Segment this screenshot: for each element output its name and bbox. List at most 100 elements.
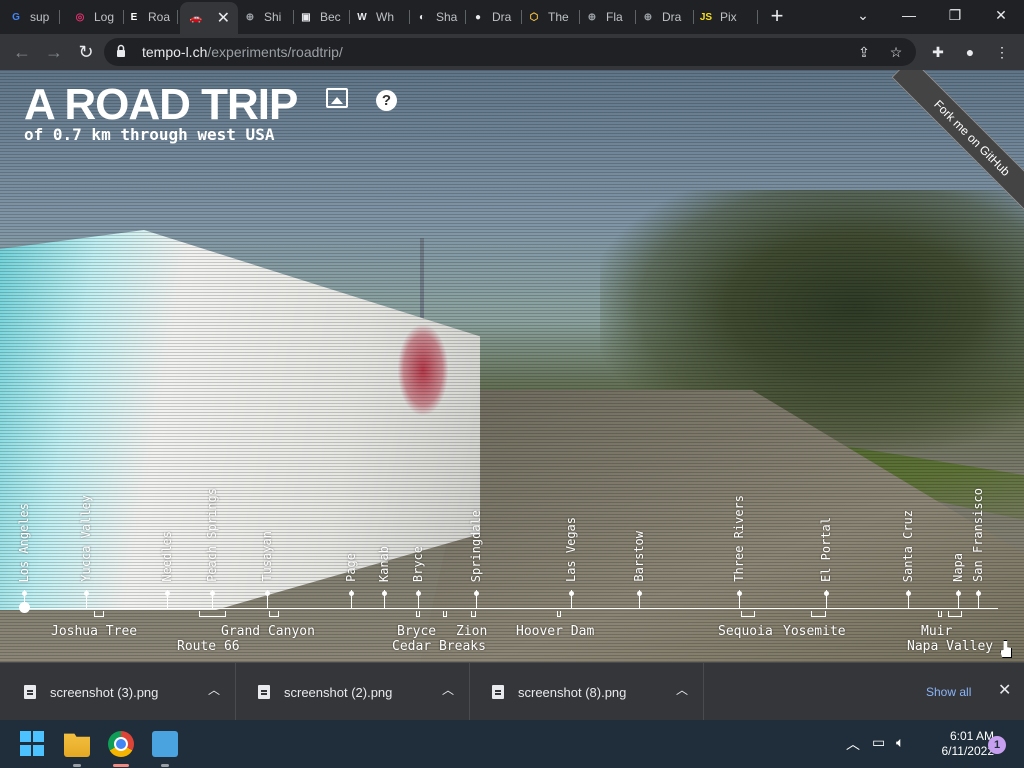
stop-label[interactable]: San Fransisco bbox=[971, 488, 985, 582]
stop-dot[interactable] bbox=[349, 591, 354, 596]
start-button[interactable] bbox=[20, 731, 46, 757]
control-panel-icon[interactable] bbox=[152, 731, 178, 757]
stop-dot[interactable] bbox=[976, 591, 981, 596]
close-tab-icon[interactable]: ✕ bbox=[217, 8, 230, 28]
tab-separator bbox=[409, 10, 410, 24]
stop-dot[interactable] bbox=[474, 591, 479, 596]
share-icon[interactable]: ⇪ bbox=[854, 42, 874, 62]
region-label[interactable]: Joshua Tree bbox=[51, 624, 137, 639]
region-label[interactable]: Grand Canyon bbox=[221, 624, 315, 639]
region-label[interactable]: Zion bbox=[456, 624, 487, 639]
profile-icon[interactable]: ● bbox=[960, 42, 980, 62]
notification-badge[interactable]: 1 bbox=[988, 736, 1006, 754]
stop-label[interactable]: Yucca Valley bbox=[79, 495, 93, 582]
new-tab-button[interactable]: + bbox=[766, 4, 788, 30]
region-label[interactable]: Hoover Dam bbox=[516, 624, 594, 639]
stop-dot[interactable] bbox=[210, 591, 215, 596]
volume-icon[interactable]: 🔈︎ bbox=[896, 734, 904, 751]
download-item[interactable]: screenshot (2).png ︿ bbox=[236, 663, 470, 721]
tab-11[interactable]: ⊕ Dra bbox=[640, 4, 694, 30]
region-label[interactable]: Bryce bbox=[397, 624, 436, 639]
network-icon[interactable]: ▭ bbox=[872, 734, 885, 751]
stop-label[interactable]: Three Rivers bbox=[732, 495, 746, 582]
stop-dot[interactable] bbox=[84, 591, 89, 596]
stop-dot[interactable] bbox=[737, 591, 742, 596]
back-button[interactable]: ← bbox=[10, 40, 34, 64]
tab-10[interactable]: ⊕ Fla bbox=[584, 4, 636, 30]
tab-9[interactable]: ⬡ The bbox=[526, 4, 580, 30]
stop-label[interactable]: Springdale bbox=[469, 510, 483, 582]
tab-1[interactable]: ◎ Log bbox=[72, 4, 124, 30]
chevron-up-icon[interactable]: ︿ bbox=[442, 681, 454, 698]
tab-7[interactable]: ◐ Sha bbox=[414, 4, 466, 30]
stop-dot[interactable] bbox=[416, 591, 421, 596]
tab-4[interactable]: ⊕ Shi bbox=[242, 4, 294, 30]
stop-label[interactable]: Napa bbox=[951, 553, 965, 582]
stop-dot[interactable] bbox=[22, 591, 27, 596]
region-label[interactable]: Route 66 bbox=[177, 639, 240, 654]
stop-dot[interactable] bbox=[265, 591, 270, 596]
tab-12[interactable]: JS Pix bbox=[698, 4, 758, 30]
tab-search-chevron-icon[interactable]: ⌄ bbox=[840, 0, 886, 32]
download-item[interactable]: screenshot (3).png ︿ bbox=[2, 663, 236, 721]
show-all-downloads-button[interactable]: Show all bbox=[926, 685, 971, 699]
tab-0[interactable]: Gsup bbox=[8, 4, 60, 30]
stop-label[interactable]: Needles bbox=[160, 531, 174, 582]
download-item[interactable]: screenshot (8).png ︿ bbox=[470, 663, 704, 721]
menu-icon[interactable]: ⋮ bbox=[992, 42, 1012, 62]
stop-label[interactable]: Peach Springs bbox=[205, 488, 219, 582]
region-label[interactable]: Yosemite bbox=[783, 624, 846, 639]
chrome-icon[interactable] bbox=[108, 731, 134, 757]
browser-toolbar: ← → ↻ tempo-l.ch/experiments/roadtrip/ ⇪… bbox=[0, 34, 1024, 70]
stop-dot[interactable] bbox=[956, 591, 961, 596]
tab-8[interactable]: ● Dra bbox=[470, 4, 522, 30]
roadtrip-viewport[interactable]: A ROAD TRIP ? of 0.7 km through west USA… bbox=[0, 70, 1024, 662]
chevron-up-icon[interactable]: ︿ bbox=[676, 681, 688, 698]
extensions-icon[interactable]: ✚ bbox=[928, 42, 948, 62]
hexagon-icon: ⬡ bbox=[529, 11, 539, 23]
region-label[interactable]: Napa Valley bbox=[907, 639, 993, 654]
stop-label[interactable]: Santa Cruz bbox=[901, 510, 915, 582]
stop-dot[interactable] bbox=[637, 591, 642, 596]
timeline-track[interactable] bbox=[24, 608, 998, 609]
tab-2[interactable]: E Roa bbox=[126, 4, 178, 30]
close-window-button[interactable]: ✕ bbox=[978, 0, 1024, 32]
tab-3[interactable]: 🚗 ✕ bbox=[180, 2, 238, 34]
stop-label[interactable]: Barstow bbox=[632, 531, 646, 582]
tab-separator bbox=[123, 10, 124, 24]
stop-dot[interactable] bbox=[569, 591, 574, 596]
tab-separator bbox=[177, 10, 178, 24]
stop-dot[interactable] bbox=[824, 591, 829, 596]
tab-separator bbox=[465, 10, 466, 24]
close-downloads-bar-button[interactable]: ✕ bbox=[998, 680, 1011, 700]
stop-label[interactable]: Tusayan bbox=[260, 531, 274, 582]
system-clock[interactable]: 6:01 AM 6/11/2022 bbox=[918, 729, 995, 759]
stop-label[interactable]: Las Vegas bbox=[564, 517, 578, 582]
region-bracket bbox=[811, 611, 826, 617]
bookmark-star-icon[interactable]: ☆ bbox=[886, 42, 906, 62]
stop-dot[interactable] bbox=[382, 591, 387, 596]
stop-dot[interactable] bbox=[165, 591, 170, 596]
region-label[interactable]: Sequoia bbox=[718, 624, 773, 639]
stop-dot[interactable] bbox=[906, 591, 911, 596]
chevron-up-icon[interactable]: ︿ bbox=[208, 681, 220, 698]
tab-6[interactable]: W Wh bbox=[354, 4, 410, 30]
reload-button[interactable]: ↻ bbox=[74, 40, 98, 64]
control-panel-indicator bbox=[161, 764, 169, 767]
restore-button[interactable]: ❐ bbox=[932, 0, 978, 32]
address-bar[interactable]: tempo-l.ch/experiments/roadtrip/ ⇪ ☆ bbox=[104, 38, 916, 66]
region-label[interactable]: Cedar Breaks bbox=[392, 639, 486, 654]
stop-label[interactable]: Bryce bbox=[411, 546, 425, 582]
clock-date: 6/11/2022 bbox=[941, 744, 995, 758]
stop-label[interactable]: Los Angeles bbox=[17, 503, 31, 582]
stop-label[interactable]: El Portal bbox=[819, 517, 833, 582]
tray-chevron-icon[interactable]: ︿ bbox=[846, 734, 860, 754]
stop-label[interactable]: Kanab bbox=[377, 546, 391, 582]
forward-button[interactable]: → bbox=[42, 40, 66, 64]
tab-5[interactable]: ▣ Bec bbox=[298, 4, 350, 30]
region-bracket bbox=[269, 611, 279, 617]
file-explorer-icon[interactable] bbox=[64, 733, 90, 757]
region-label[interactable]: Muir bbox=[921, 624, 952, 639]
stop-label[interactable]: Page bbox=[344, 553, 358, 582]
minimize-button[interactable]: — bbox=[886, 0, 932, 32]
